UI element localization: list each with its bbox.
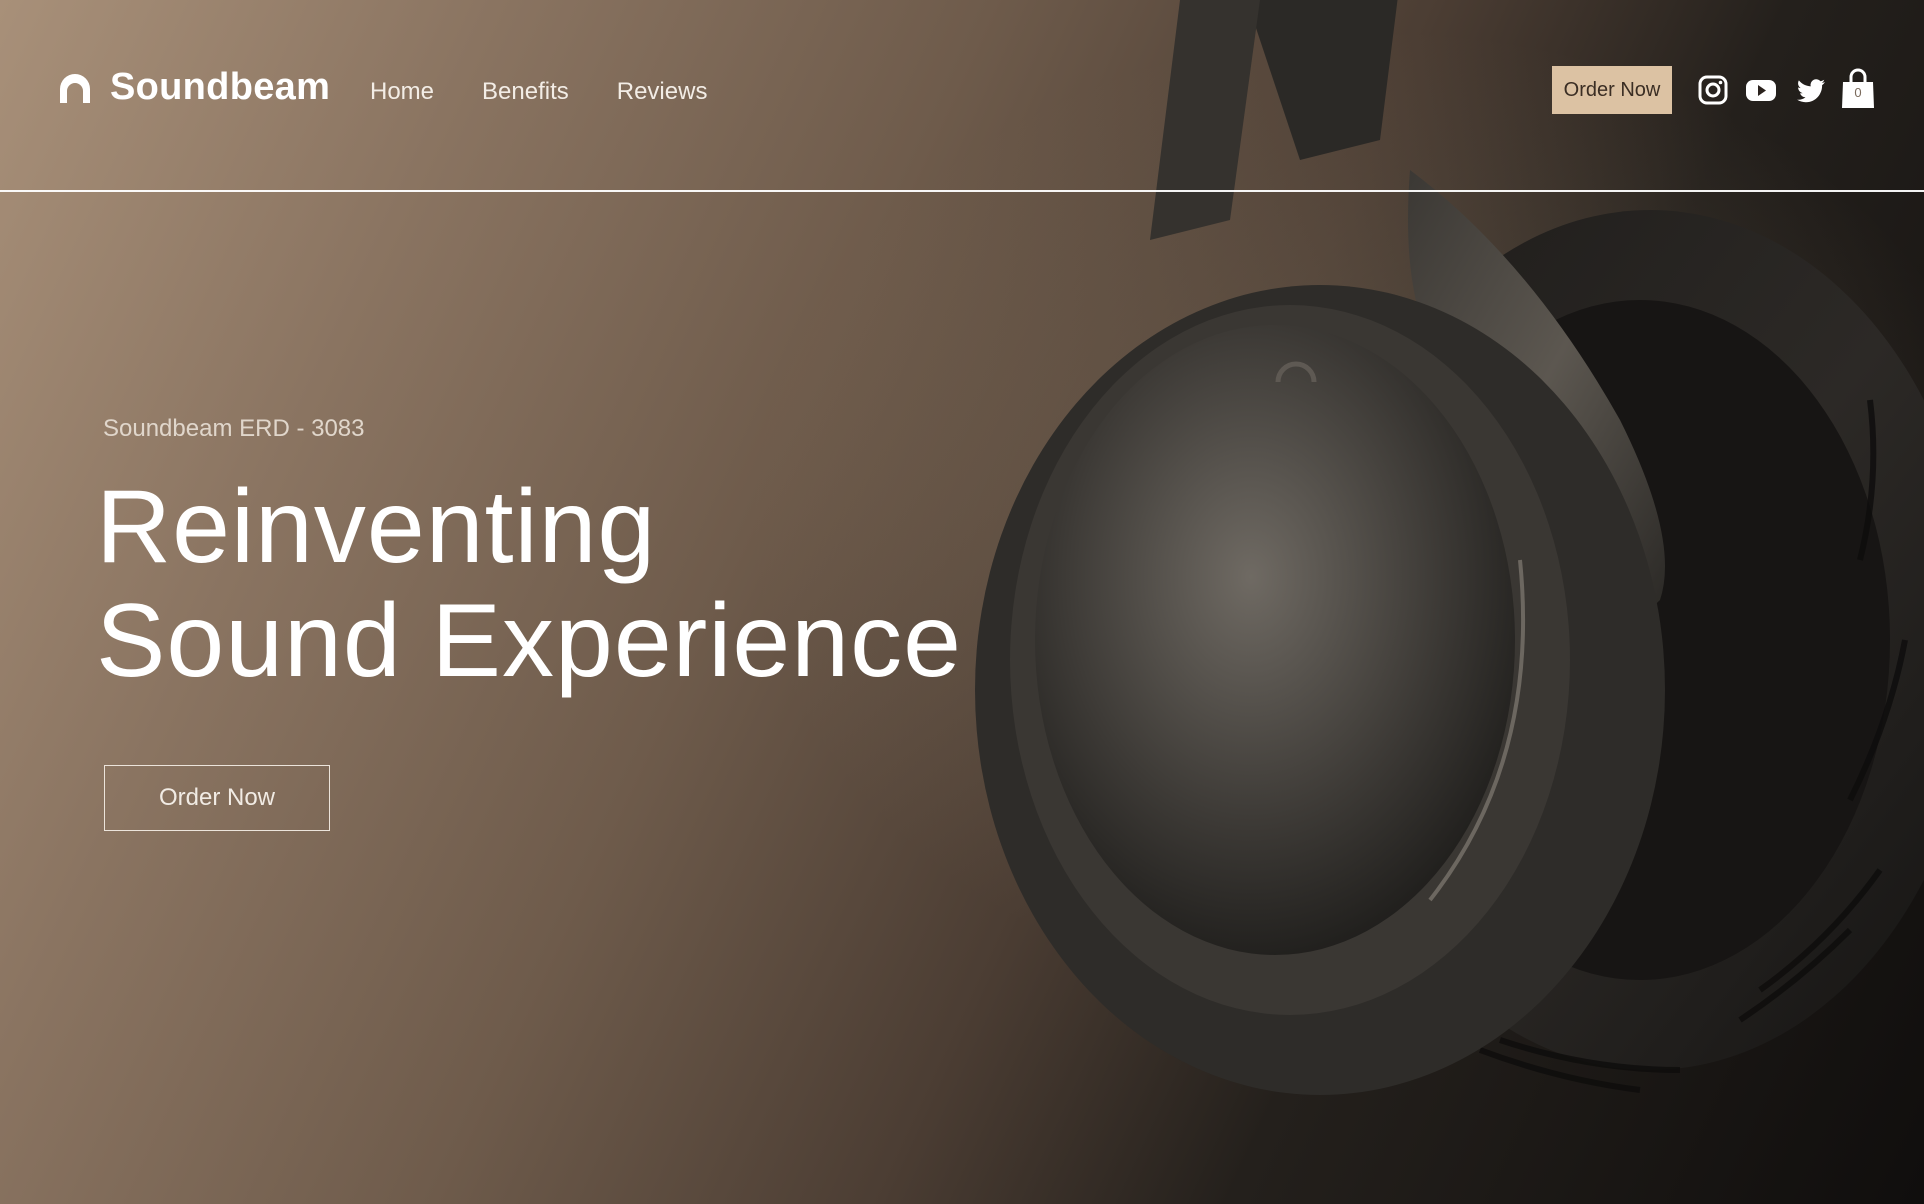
headphones-logo-icon [60,73,90,103]
cart-count: 0 [1854,85,1862,100]
hero-headline-line-1: Reinventing [96,469,657,585]
header-order-now-button[interactable]: Order Now [1552,66,1672,114]
product-model: Soundbeam ERD - 3083 [103,415,365,442]
twitter-icon[interactable] [1795,74,1827,106]
header-bar: Soundbeam Home Benefits Reviews Order No… [0,0,1924,192]
hero-order-now-button[interactable]: Order Now [104,765,330,831]
hero-section: Soundbeam Home Benefits Reviews Order No… [0,0,1924,1204]
logo[interactable]: Soundbeam [56,66,330,109]
cart-button[interactable]: 0 [1840,68,1876,110]
youtube-icon[interactable] [1745,74,1777,106]
brand-name: Soundbeam [110,66,331,108]
instagram-icon[interactable] [1697,74,1729,106]
nav-home[interactable]: Home [370,78,434,106]
main-nav: Home Benefits Reviews [370,78,707,106]
nav-benefits[interactable]: Benefits [482,78,569,106]
hero-headline: Reinventing Sound Experience [96,470,962,698]
hero-headline-line-2: Sound Experience [96,583,962,699]
nav-reviews[interactable]: Reviews [617,78,708,106]
